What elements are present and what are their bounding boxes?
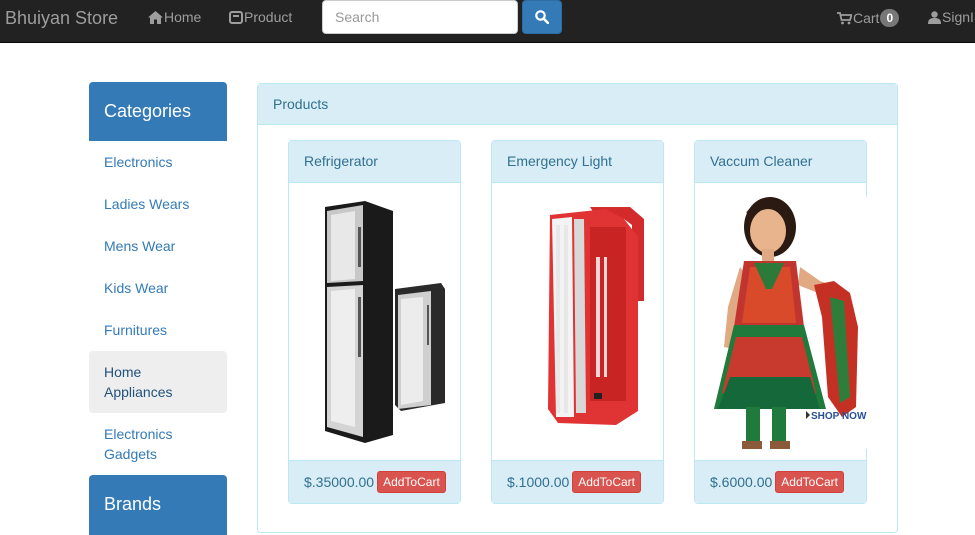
nav-signin[interactable]: SignI — [928, 9, 974, 25]
refrigerator-image — [303, 197, 448, 449]
shop-now-overlay: SHOP NOW — [811, 411, 867, 422]
category-item[interactable]: Electronics — [89, 141, 227, 183]
product-card: Refrigerator $.35000.00 AddToCart — [288, 140, 461, 504]
product-name[interactable]: Vaccum Cleaner — [695, 141, 866, 183]
category-item[interactable]: Furnitures — [89, 309, 227, 351]
product-price: $.1000.00 — [507, 474, 570, 490]
product-footer: $.35000.00 AddToCart — [289, 460, 460, 503]
cart-count-badge: 0 — [880, 9, 900, 27]
product-name[interactable]: Emergency Light — [492, 141, 663, 183]
product-name[interactable]: Refrigerator — [289, 141, 460, 183]
categories-heading: Categories — [89, 82, 227, 141]
nav-home-label: Home — [164, 9, 202, 25]
category-item-active[interactable]: Home Appliances — [89, 351, 227, 413]
brand-logo[interactable]: Bhuiyan Store — [5, 8, 118, 29]
category-item[interactable]: Electronics Gadgets — [89, 413, 227, 475]
nav-product[interactable]: Product — [229, 9, 292, 25]
category-list: Electronics Ladies Wears Mens Wear Kids … — [89, 141, 227, 475]
emergency-light-image — [506, 197, 651, 449]
add-to-cart-button[interactable]: AddToCart — [377, 471, 446, 493]
product-icon — [229, 10, 243, 24]
product-card: Vaccum Cleaner SHOP NOW $.6000.00 AddToC… — [694, 140, 871, 504]
category-item[interactable]: Mens Wear — [89, 225, 227, 267]
nav-home[interactable]: Home — [148, 9, 201, 25]
vaccum-cleaner-image: SHOP NOW — [710, 197, 871, 449]
category-item[interactable]: Kids Wear — [89, 267, 227, 309]
search-input[interactable] — [322, 0, 518, 34]
nav-cart-label: Cart — [853, 10, 880, 26]
product-footer: $.1000.00 AddToCart — [492, 460, 663, 503]
user-icon — [928, 10, 941, 24]
add-to-cart-button[interactable]: AddToCart — [775, 471, 844, 493]
nav-product-label: Product — [244, 9, 293, 25]
home-icon — [148, 10, 163, 24]
top-navbar: Bhuiyan Store Home Product Cart 0 SignI — [0, 0, 975, 43]
nav-cart[interactable]: Cart 0 — [837, 9, 900, 27]
add-to-cart-button[interactable]: AddToCart — [572, 471, 641, 493]
product-price: $.35000.00 — [304, 474, 375, 490]
search-button[interactable] — [522, 0, 562, 34]
product-card: Emergency Light $.1000.00 AddToCart — [491, 140, 664, 504]
product-footer: $.6000.00 AddToCart — [695, 460, 866, 503]
category-item[interactable]: Ladies Wears — [89, 183, 227, 225]
cart-icon — [837, 11, 852, 24]
product-price: $.6000.00 — [710, 474, 773, 490]
brands-heading: Brands — [89, 475, 227, 535]
products-panel-title: Products — [258, 84, 897, 125]
nav-signin-label: SignI — [942, 9, 974, 25]
search-icon — [535, 10, 549, 24]
